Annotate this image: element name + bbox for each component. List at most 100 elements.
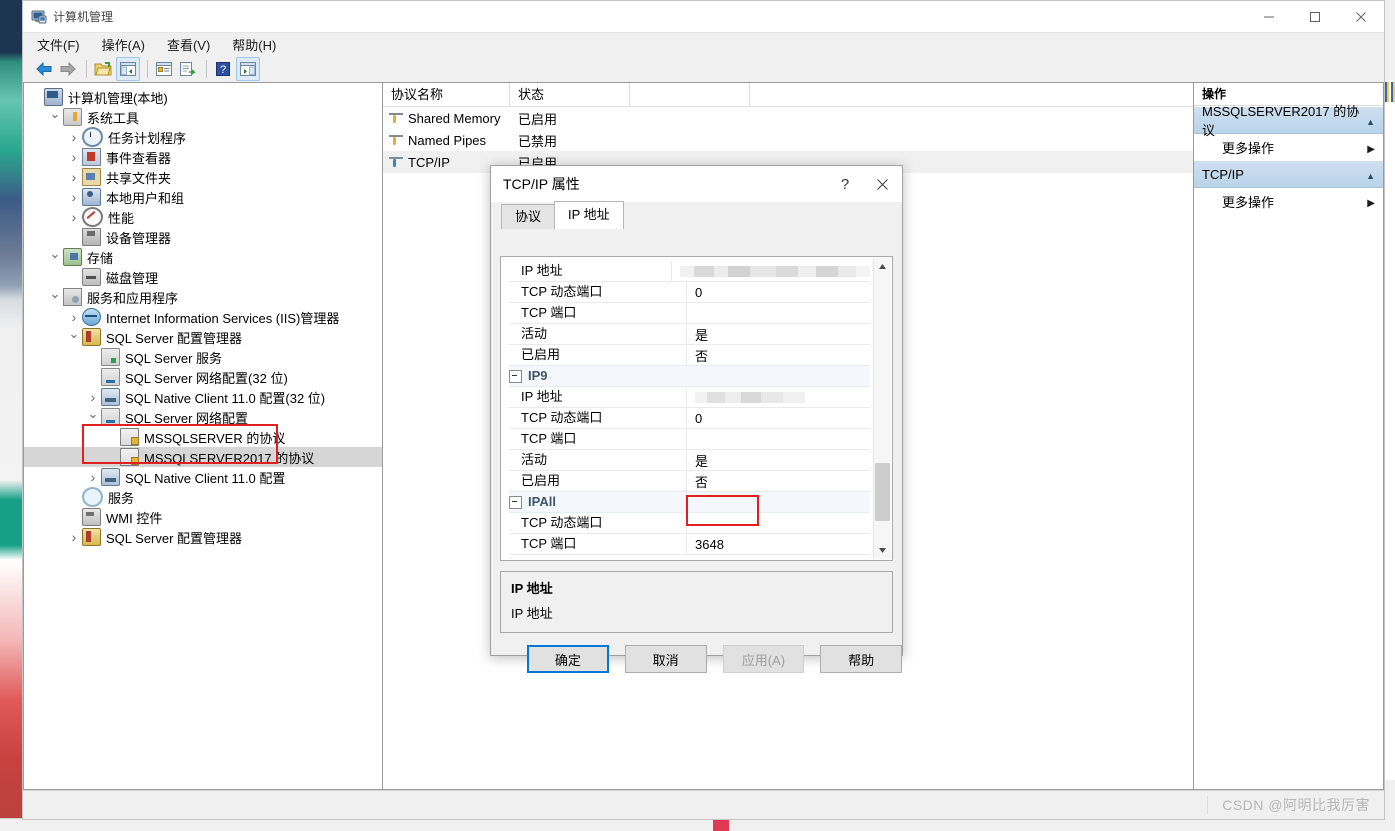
grid-row[interactable]: TCP 端口: [509, 429, 870, 450]
open-folder-icon[interactable]: [92, 58, 114, 80]
show-action-pane-icon[interactable]: [236, 57, 260, 81]
grid-row[interactable]: 活动是: [509, 450, 870, 471]
chevron-closed-icon[interactable]: [66, 149, 82, 165]
grid-row[interactable]: 已启用否: [509, 345, 870, 366]
grid-row[interactable]: TCP 动态端口 0: [509, 408, 870, 429]
chevron-closed-icon[interactable]: [66, 189, 82, 205]
tree-node[interactable]: 存储: [24, 247, 382, 267]
tree-node[interactable]: SQL Server 配置管理器: [24, 527, 382, 547]
grid-row[interactable]: TCP 端口: [509, 303, 870, 324]
grid-scrollbar[interactable]: [873, 258, 891, 559]
table-row[interactable]: Shared Memory 已启用: [383, 107, 1193, 129]
grid-property-value[interactable]: 0: [687, 411, 702, 426]
tree-node[interactable]: 磁盘管理: [24, 267, 382, 287]
ok-button[interactable]: 确定: [527, 645, 609, 673]
grid-group-row[interactable]: IPAll: [509, 492, 870, 513]
tree-node[interactable]: 服务和应用程序: [24, 287, 382, 307]
menu-view[interactable]: 查看(V): [167, 35, 210, 54]
chevron-open-icon[interactable]: [47, 249, 63, 265]
column-header-blank[interactable]: [630, 83, 750, 106]
tree-node[interactable]: 事件查看器: [24, 147, 382, 167]
grid-property-value[interactable]: 否: [687, 472, 708, 491]
chevron-open-icon[interactable]: [66, 329, 82, 345]
chevron-open-icon[interactable]: [85, 409, 101, 425]
scroll-down-button[interactable]: [874, 542, 891, 559]
tree-node[interactable]: 性能: [24, 207, 382, 227]
tree-node[interactable]: 计算机管理(本地): [24, 87, 382, 107]
tree-node[interactable]: 共享文件夹: [24, 167, 382, 187]
grid-property-value[interactable]: 0: [687, 285, 702, 300]
help-icon[interactable]: ?: [212, 58, 234, 80]
grid-property-value[interactable]: [672, 265, 870, 277]
chevron-closed-icon[interactable]: [66, 529, 82, 545]
chevron-closed-icon[interactable]: [66, 209, 82, 225]
collapse-caret-up-icon[interactable]: [1366, 167, 1375, 182]
tree-node[interactable]: 本地用户和组: [24, 187, 382, 207]
export-list-icon[interactable]: [177, 58, 199, 80]
grid-property-value[interactable]: [687, 391, 805, 403]
action-group-header[interactable]: MSSQLSERVER2017 的协议: [1194, 104, 1383, 138]
chevron-closed-icon[interactable]: [66, 169, 82, 185]
grid-row[interactable]: TCP 动态端口: [509, 513, 870, 534]
chevron-closed-icon[interactable]: [85, 469, 101, 485]
tree-node[interactable]: 任务计划程序: [24, 127, 382, 147]
column-header-state[interactable]: 状态: [510, 83, 630, 106]
menu-file[interactable]: 文件(F): [37, 35, 80, 54]
tree-node[interactable]: 系统工具: [24, 107, 382, 127]
chevron-closed-icon[interactable]: [66, 309, 82, 325]
tree-node[interactable]: SQL Native Client 11.0 配置: [24, 467, 382, 487]
tree-node[interactable]: MSSQLSERVER 的协议: [24, 427, 382, 447]
chevron-open-icon[interactable]: [47, 109, 63, 125]
tree-node[interactable]: SQL Server 配置管理器: [24, 327, 382, 347]
menu-action[interactable]: 操作(A): [102, 35, 145, 54]
chevron-open-icon[interactable]: [47, 289, 63, 305]
menu-help[interactable]: 帮助(H): [232, 35, 276, 54]
grid-property-value[interactable]: 是: [687, 451, 708, 470]
grid-row[interactable]: 已启用否: [509, 471, 870, 492]
tree-node[interactable]: MSSQLSERVER2017 的协议: [24, 447, 382, 467]
show-tree-pane-icon[interactable]: [116, 57, 140, 81]
dialog-close-icon[interactable]: [862, 167, 902, 201]
action-item[interactable]: 更多操作: [1194, 188, 1383, 214]
grid-row[interactable]: TCP 动态端口 0: [509, 282, 870, 303]
grid-group-row[interactable]: IP9: [509, 366, 870, 387]
column-header-protocol-name[interactable]: 协议名称: [383, 83, 510, 106]
grid-property-value[interactable]: 否: [687, 346, 708, 365]
collapse-expander-icon[interactable]: [509, 369, 522, 383]
close-button[interactable]: [1338, 1, 1384, 32]
table-row[interactable]: Named Pipes 已禁用: [383, 129, 1193, 151]
tab-protocol[interactable]: 协议: [501, 204, 556, 229]
tab-ip-address[interactable]: IP 地址: [554, 201, 624, 229]
tree-node[interactable]: SQL Server 网络配置: [24, 407, 382, 427]
action-group-header[interactable]: TCP/IP: [1194, 160, 1383, 188]
collapse-caret-up-icon[interactable]: [1366, 113, 1375, 128]
grid-row[interactable]: IP 地址: [509, 261, 870, 282]
tree-node[interactable]: SQL Native Client 11.0 配置(32 位): [24, 387, 382, 407]
tree-node[interactable]: SQL Server 服务: [24, 347, 382, 367]
tree-node[interactable]: 服务: [24, 487, 382, 507]
dialog-help-icon[interactable]: ?: [828, 167, 862, 201]
maximize-button[interactable]: [1292, 1, 1338, 32]
forward-arrow-icon[interactable]: [57, 58, 79, 80]
scrollbar-thumb[interactable]: [875, 463, 890, 521]
back-arrow-icon[interactable]: [33, 58, 55, 80]
tree-node[interactable]: 设备管理器: [24, 227, 382, 247]
grid-row[interactable]: TCP 端口 3648: [509, 534, 870, 555]
tree-node[interactable]: SQL Server 网络配置(32 位): [24, 367, 382, 387]
grid-row[interactable]: IP 地址: [509, 387, 870, 408]
chevron-closed-icon[interactable]: [85, 389, 101, 405]
submenu-caret-right-icon[interactable]: [1367, 194, 1375, 209]
tree-node[interactable]: Internet Information Services (IIS)管理器: [24, 307, 382, 327]
chevron-closed-icon[interactable]: [66, 129, 82, 145]
grid-property-value[interactable]: 是: [687, 325, 708, 344]
tree-node[interactable]: WMI 控件: [24, 507, 382, 527]
help-button[interactable]: 帮助: [820, 645, 902, 673]
properties-icon[interactable]: [153, 58, 175, 80]
scroll-up-button[interactable]: [874, 258, 891, 275]
submenu-caret-right-icon[interactable]: [1367, 140, 1375, 155]
minimize-button[interactable]: [1246, 1, 1292, 32]
collapse-expander-icon[interactable]: [509, 495, 522, 509]
cancel-button[interactable]: 取消: [624, 645, 707, 673]
grid-property-value[interactable]: 3648: [687, 537, 724, 552]
grid-row[interactable]: 活动是: [509, 324, 870, 345]
